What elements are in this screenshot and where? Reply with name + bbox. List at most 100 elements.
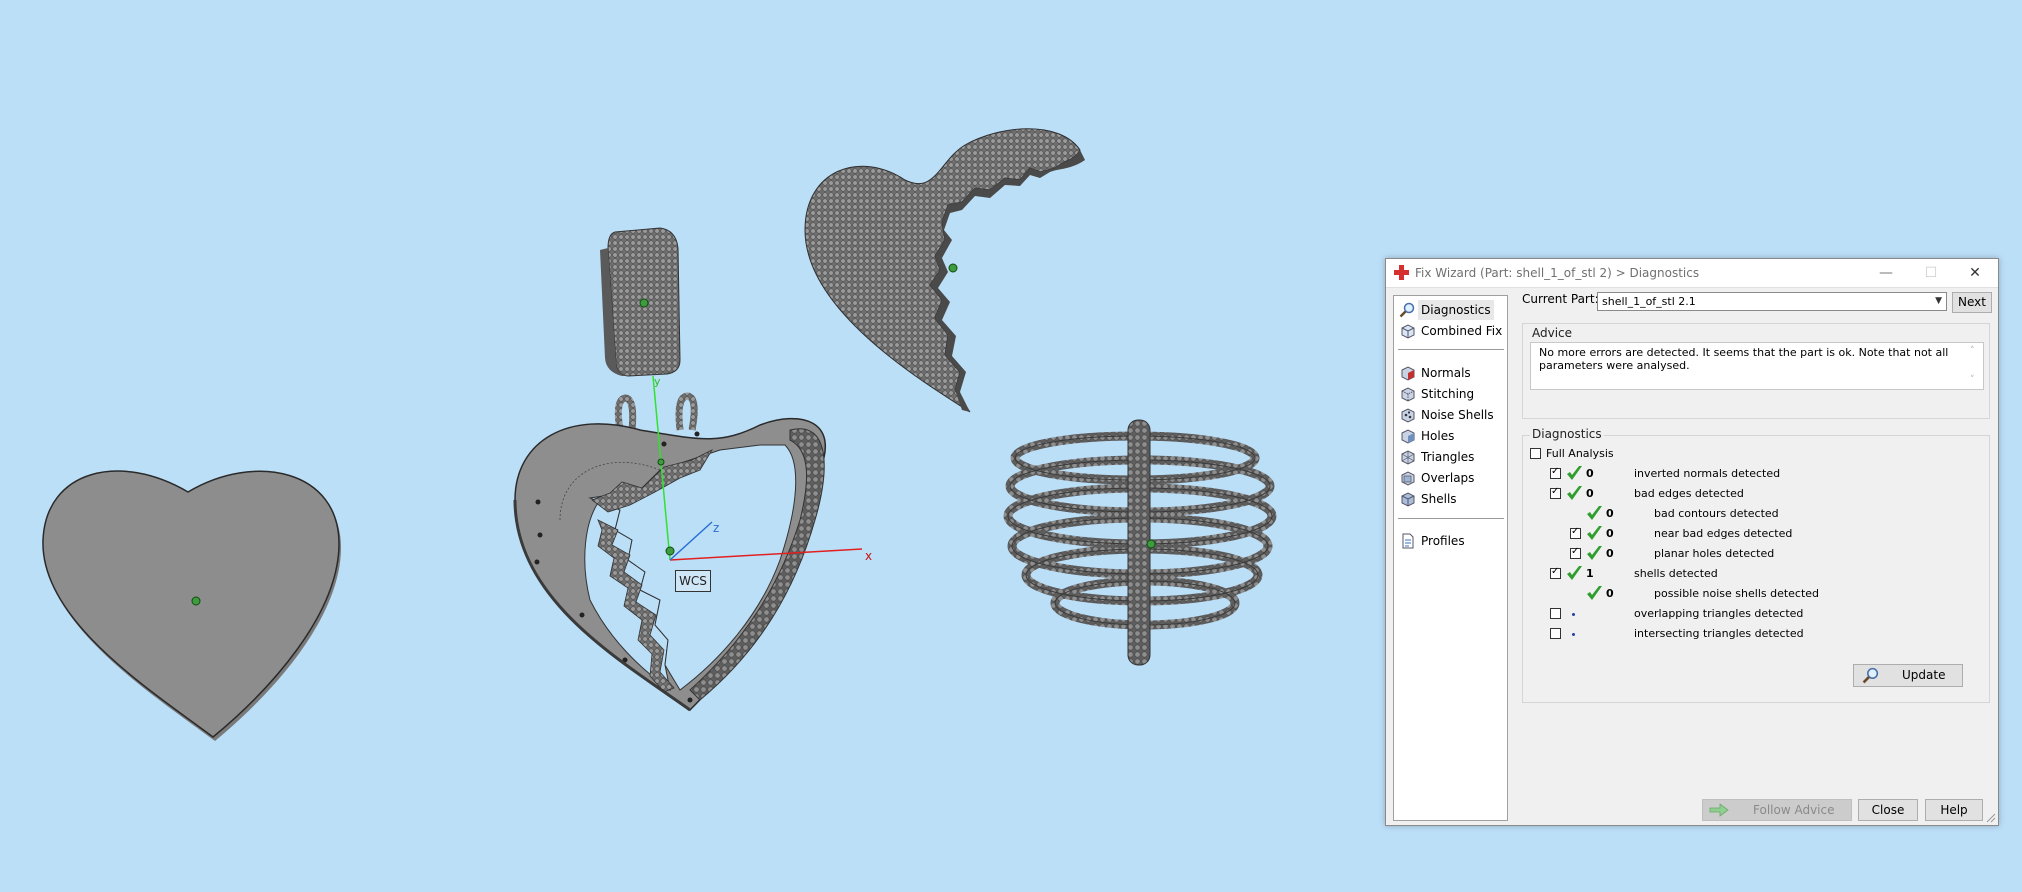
- chevron-up-icon: ˄: [1970, 346, 1975, 356]
- nav-item-label: Stitching: [1421, 387, 1475, 401]
- diagnostic-label: planar holes detected: [1654, 547, 1775, 560]
- diagnostic-label: intersecting triangles detected: [1634, 627, 1804, 640]
- heart-half-pave-model[interactable]: [804, 128, 1085, 413]
- diagnostic-checkbox[interactable]: ✓: [1570, 526, 1581, 539]
- nav-item-label: Holes: [1421, 429, 1455, 443]
- diagnostic-checkbox[interactable]: ✓: [1550, 566, 1561, 579]
- update-button[interactable]: Update: [1853, 664, 1963, 687]
- green-check-icon: [1587, 546, 1602, 560]
- current-part-label: Current Part:: [1522, 292, 1599, 306]
- arrow-right-icon: [1709, 803, 1729, 817]
- diagnostic-row: ✓ 0 inverted normals detected: [1522, 465, 1982, 483]
- full-analysis-label: Full Analysis: [1546, 447, 1614, 460]
- advice-text-box: No more errors are detected. It seems th…: [1530, 342, 1984, 390]
- noise-shells-icon: [1401, 408, 1415, 423]
- advice-group-title: Advice: [1530, 326, 1575, 340]
- ribcage-model[interactable]: [1003, 419, 1277, 666]
- nav-item-stitching[interactable]: Stitching: [1398, 384, 1504, 404]
- diagnostic-count: 1: [1586, 567, 1594, 580]
- nav-item-overlaps[interactable]: Overlaps: [1398, 468, 1504, 488]
- diagnostic-checkbox[interactable]: ✓: [1550, 466, 1561, 479]
- dialog-title: Fix Wizard (Part: shell_1_of_stl 2) > Di…: [1415, 266, 1700, 280]
- pending-dot-icon: [1572, 633, 1575, 636]
- nav-item-label: Noise Shells: [1421, 408, 1494, 422]
- chevron-down-icon: ˅: [1970, 375, 1975, 385]
- wcs-label: WCS: [675, 570, 711, 592]
- diagnostics-group: Diagnostics Full Analysis ✓ 0 inverted nor…: [1522, 427, 1990, 703]
- magnifier-icon: [1862, 667, 1879, 684]
- nav-item-shells[interactable]: Shells: [1398, 489, 1504, 509]
- wizard-nav-panel: Diagnostics Combined Fix Normals Stitchi…: [1393, 295, 1508, 821]
- diagnostic-count: 0: [1586, 487, 1594, 500]
- maximize-button[interactable]: ☐: [1911, 261, 1951, 285]
- nav-item-diagnostics[interactable]: Diagnostics: [1398, 300, 1504, 320]
- diagnostic-label: possible noise shells detected: [1654, 587, 1820, 600]
- diagnostic-checkbox[interactable]: ✓: [1550, 486, 1561, 499]
- diagnostic-row: ✓ 0 planar holes detected: [1522, 545, 1982, 563]
- diagnostic-row: ✓ 0 near bad edges detected: [1522, 525, 1982, 543]
- solid-heart-model[interactable]: [42, 470, 342, 741]
- diagnostic-row: ✓ 0 bad edges detected: [1522, 485, 1982, 503]
- green-check-icon: [1587, 506, 1602, 520]
- current-part-value: shell_1_of_stl 2.1: [1602, 295, 1696, 308]
- diagnostic-checkbox[interactable]: [1550, 628, 1561, 639]
- diagnostic-checkbox[interactable]: [1550, 608, 1561, 619]
- diagnostic-label: shells detected: [1634, 567, 1718, 580]
- overlaps-cube-icon: [1401, 471, 1415, 486]
- diagnostic-label: near bad edges detected: [1654, 527, 1793, 540]
- pendant-bail-model[interactable]: [600, 227, 681, 377]
- diagnostic-label: bad contours detected: [1654, 507, 1779, 520]
- full-analysis-checkbox[interactable]: [1530, 448, 1541, 459]
- chevron-down-icon: ▼: [1935, 296, 1942, 306]
- diagnostic-label: bad edges detected: [1634, 487, 1744, 500]
- stitching-cube-icon: [1401, 387, 1415, 402]
- fix-wizard-dialog: Fix Wizard (Part: shell_1_of_stl 2) > Di…: [1385, 258, 1999, 826]
- diagnostic-count: 0: [1606, 547, 1614, 560]
- update-button-label: Update: [1902, 668, 1946, 682]
- diagnostics-group-title: Diagnostics: [1530, 427, 1604, 441]
- diagnostic-row: intersecting triangles detected: [1522, 625, 1982, 643]
- follow-advice-button[interactable]: Follow Advice: [1702, 799, 1852, 821]
- advice-text: No more errors are detected. It seems th…: [1539, 346, 1949, 372]
- diagnostic-count: 0: [1606, 587, 1614, 600]
- dialog-titlebar[interactable]: Fix Wizard (Part: shell_1_of_stl 2) > Di…: [1386, 259, 1998, 288]
- nav-item-label: Profiles: [1421, 534, 1465, 548]
- nav-item-label: Triangles: [1421, 450, 1475, 464]
- y-axis-label: y: [654, 375, 661, 388]
- nav-divider: [1398, 349, 1504, 350]
- nav-item-combined-fix[interactable]: Combined Fix: [1398, 321, 1504, 341]
- green-check-icon: [1567, 466, 1582, 480]
- diagnostic-row: overlapping triangles detected: [1522, 605, 1982, 623]
- minimize-button[interactable]: —: [1866, 261, 1906, 285]
- follow-advice-label: Follow Advice: [1753, 803, 1835, 817]
- nav-item-holes[interactable]: Holes: [1398, 426, 1504, 446]
- nav-item-label: Overlaps: [1421, 471, 1475, 485]
- checkmark-icon: ✓: [1571, 546, 1580, 557]
- next-button[interactable]: Next: [1952, 292, 1992, 313]
- checkmark-icon: ✓: [1551, 486, 1560, 497]
- help-button[interactable]: Help: [1925, 799, 1983, 821]
- current-part-dropdown[interactable]: shell_1_of_stl 2.1 ▼: [1597, 292, 1947, 311]
- close-window-button[interactable]: ✕: [1955, 261, 1995, 285]
- triangles-cube-icon: [1401, 450, 1415, 465]
- nav-item-triangles[interactable]: Triangles: [1398, 447, 1504, 467]
- nav-item-noise-shells[interactable]: Noise Shells: [1398, 405, 1504, 425]
- pivot-marker[interactable]: [191, 596, 201, 606]
- advice-scrollbar[interactable]: ˄ ˅: [1965, 343, 1982, 389]
- diagnostic-row: 0 bad contours detected: [1522, 505, 1982, 523]
- resize-grip-icon[interactable]: [1986, 813, 1996, 823]
- close-button[interactable]: Close: [1858, 799, 1918, 821]
- profiles-icon: [1402, 533, 1414, 549]
- nav-item-label: Normals: [1421, 366, 1471, 380]
- diagnostic-count: 0: [1586, 467, 1594, 480]
- nav-item-profiles[interactable]: Profiles: [1398, 531, 1504, 551]
- holes-cube-icon: [1401, 429, 1415, 444]
- nav-item-normals[interactable]: Normals: [1398, 363, 1504, 383]
- shells-cube-icon: [1401, 492, 1415, 507]
- diagnostic-count: 0: [1606, 507, 1614, 520]
- checkmark-icon: ✓: [1551, 466, 1560, 477]
- diagnostic-checkbox[interactable]: ✓: [1570, 546, 1581, 559]
- nav-item-label: Combined Fix: [1421, 324, 1503, 338]
- z-axis-label: z: [713, 521, 719, 535]
- nav-item-label: Diagnostics: [1418, 300, 1494, 320]
